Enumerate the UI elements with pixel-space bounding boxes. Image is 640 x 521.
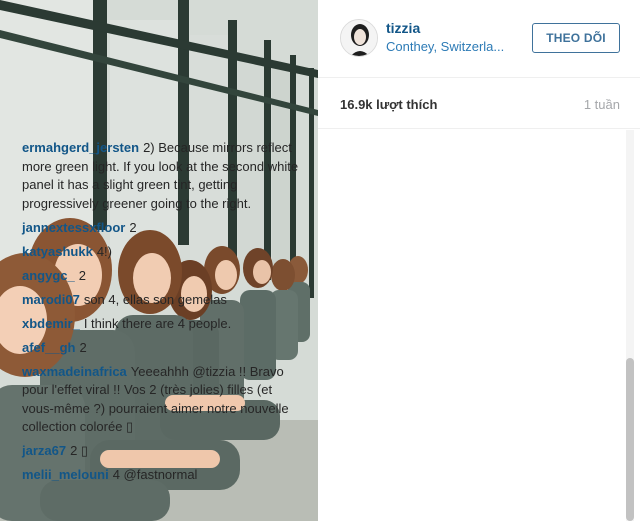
comment-item: jannextessxfloor 2 [22, 219, 304, 238]
comment-text: 4 @fastnormal [112, 467, 198, 482]
comment-user-link[interactable]: marodi07 [22, 292, 80, 307]
post-stats: 16.9k lượt thích 1 tuần [318, 78, 640, 129]
comment-text: 4!) [96, 243, 112, 259]
post-side-panel: tizzia Conthey, Switzerla... THEO DÕI 16… [318, 0, 640, 521]
comment-item: afef__gh 2 [22, 339, 304, 358]
comment-text: 2 [129, 219, 137, 235]
comment-user-link[interactable]: katyashukk [22, 244, 93, 259]
comment-user-link[interactable]: waxmadeinafrica [22, 364, 127, 379]
post-header: tizzia Conthey, Switzerla... THEO DÕI [318, 0, 640, 78]
comment-item: jarza67 2 ▯ [22, 442, 304, 461]
comment-user-link[interactable]: jarza67 [22, 443, 66, 458]
comment-user-link[interactable]: melii_melouni [22, 467, 109, 482]
comment-item: angygc_ 2 [22, 267, 304, 286]
follow-button[interactable]: THEO DÕI [532, 23, 620, 53]
likes-count[interactable]: 16.9k lượt thích [340, 97, 437, 112]
comment-text: I think there are 4 people. [83, 315, 232, 331]
comment-item: ermahgerd_jersten 2) Because mirrors refl… [22, 139, 304, 213]
location-link[interactable]: Conthey, Switzerla... [386, 39, 504, 54]
avatar[interactable] [340, 19, 378, 57]
comment-user-link[interactable]: angygc_ [22, 268, 75, 283]
comment-item: xbdemir_ I think there are 4 people. [22, 315, 304, 334]
post-time[interactable]: 1 tuần [584, 97, 620, 112]
comment-item: melii_melouni 4 @fastnormal [22, 466, 304, 485]
comment-text: 2 ▯ [70, 443, 89, 458]
comment-item: katyashukk 4!) [22, 243, 304, 262]
comment-user-link[interactable]: ermahgerd_jersten [22, 140, 139, 155]
comment-user-link[interactable]: xbdemir_ [22, 316, 80, 331]
comment-text: son 4, ellas son gemelas [83, 291, 227, 307]
comments-scrollbar-thumb[interactable] [626, 358, 634, 521]
comment-item: marodi07 son 4, ellas son gemelas [22, 291, 304, 310]
woman-portrait-icon [341, 20, 377, 56]
comment-user-link[interactable]: jannextessxfloor [22, 220, 125, 235]
comments-list: ermahgerd_jersten 2) Because mirrors refl… [22, 139, 304, 490]
comment-text: 2 [79, 339, 87, 355]
comment-item: waxmadeinafrica Yeeeahhh @tizzia !! Bravo… [22, 363, 304, 437]
username-link[interactable]: tizzia [386, 20, 420, 36]
comment-text: 2 [78, 267, 86, 283]
comment-user-link[interactable]: afef__gh [22, 340, 75, 355]
